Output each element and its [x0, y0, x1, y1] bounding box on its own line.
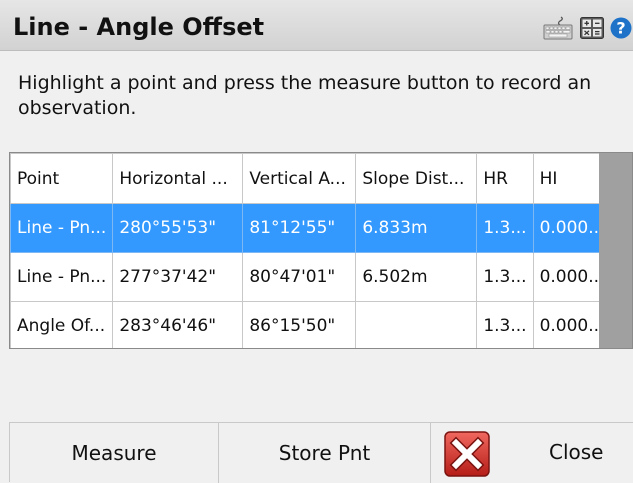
table-scroll-gutter[interactable]	[599, 153, 632, 348]
measure-button[interactable]: Measure	[10, 423, 219, 483]
cell-vertical-angle: 80°47'01"	[242, 252, 357, 302]
cell-horizontal-angle: 277°37'42"	[112, 252, 244, 302]
cell-vertical-angle: 86°15'50"	[242, 301, 357, 348]
cell-hr: 1.3...	[476, 301, 534, 348]
observations-table[interactable]: Point Horizontal ... Vertical A... Slope…	[9, 152, 633, 349]
cell-point: Line - Pn...	[10, 203, 114, 253]
instruction-text: Highlight a point and press the measure …	[18, 72, 592, 119]
column-header-point[interactable]: Point	[10, 153, 114, 204]
table-header-row: Point Horizontal ... Vertical A... Slope…	[10, 153, 612, 204]
cell-vertical-angle: 81°12'55"	[242, 203, 357, 253]
table-row[interactable]: Angle Of... 283°46'46" 86°15'50" 1.3... …	[10, 301, 612, 348]
cell-hr: 1.3...	[476, 203, 534, 253]
cell-point: Line - Pn...	[10, 252, 114, 302]
close-button-label: Close	[549, 440, 604, 464]
cell-horizontal-angle: 280°55'53"	[112, 203, 244, 253]
table-row[interactable]: Line - Pn... 277°37'42" 80°47'01" 6.502m…	[10, 252, 612, 302]
cell-slope-distance: 6.833m	[355, 203, 478, 253]
column-header-vertical-angle[interactable]: Vertical A...	[242, 153, 357, 204]
title-bar: Line - Angle Offset ?	[0, 0, 633, 51]
close-icon	[444, 431, 490, 477]
column-header-horizontal-angle[interactable]: Horizontal ...	[112, 153, 244, 204]
help-icon[interactable]: ?	[610, 17, 632, 39]
column-header-hr[interactable]: HR	[476, 153, 534, 204]
window-title: Line - Angle Offset	[13, 13, 265, 41]
cell-point: Angle Of...	[10, 301, 114, 348]
button-bar: Measure Store Pnt Close	[9, 422, 633, 483]
cell-hr: 1.3...	[476, 252, 534, 302]
column-header-slope-distance[interactable]: Slope Dist...	[355, 153, 478, 204]
close-button[interactable]: Close	[431, 423, 633, 483]
cell-slope-distance: 6.502m	[355, 252, 478, 302]
keyboard-icon[interactable]	[543, 16, 573, 40]
cell-slope-distance	[355, 301, 478, 348]
svg-text:?: ?	[616, 19, 625, 38]
table-row[interactable]: Line - Pn... 280°55'53" 81°12'55" 6.833m…	[10, 203, 612, 253]
store-point-button[interactable]: Store Pnt	[219, 423, 431, 483]
measure-button-label: Measure	[71, 441, 157, 465]
store-point-button-label: Store Pnt	[278, 441, 371, 465]
cell-horizontal-angle: 283°46'46"	[112, 301, 244, 348]
calculator-icon[interactable]	[580, 17, 604, 39]
